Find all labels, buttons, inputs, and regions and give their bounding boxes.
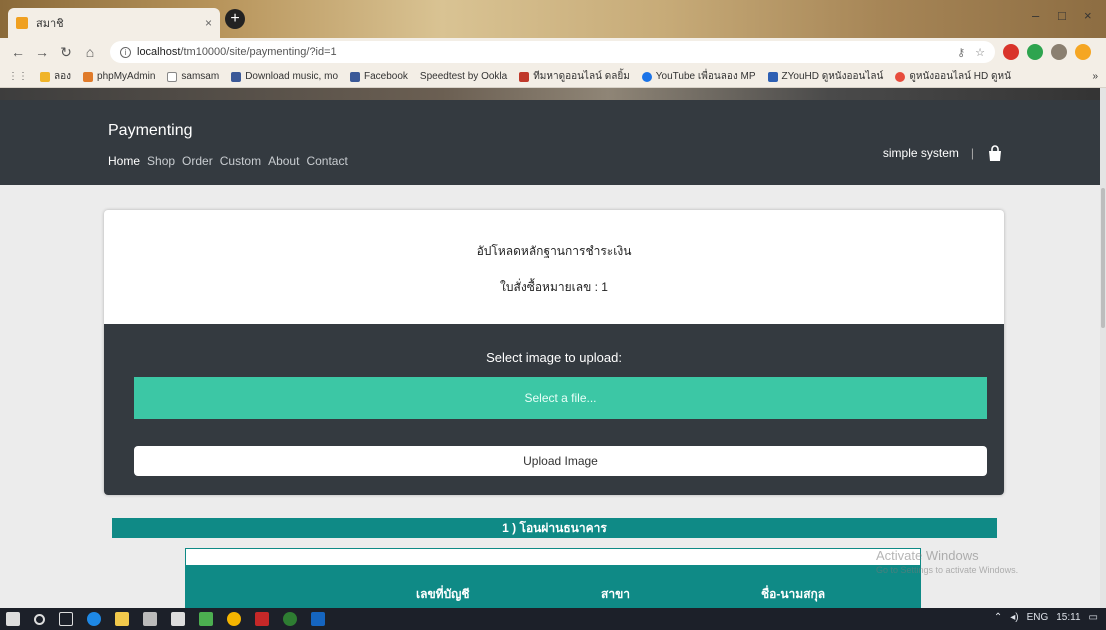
- reload-icon[interactable]: ↻: [56, 44, 76, 61]
- windows-start-icon[interactable]: [6, 612, 20, 626]
- site-brand[interactable]: Paymenting: [108, 122, 193, 140]
- file-explorer-icon[interactable]: [115, 612, 129, 626]
- bookmark-item[interactable]: Facebook: [350, 71, 408, 82]
- payment-proof-card: อัปโหลดหลักฐานการชำระเงิน ใบสั่งซื้อหมาย…: [104, 210, 1004, 495]
- network-icon[interactable]: ⌃: [994, 612, 1002, 623]
- page-viewport: Paymenting Home Shop Order Custom About …: [0, 88, 1106, 608]
- bookmark-icon: [895, 71, 906, 82]
- nav-about[interactable]: About: [268, 154, 299, 168]
- close-window-button[interactable]: ×: [1084, 8, 1092, 23]
- url-input[interactable]: i localhost /tm10000/site/paymenting/?id…: [110, 41, 995, 63]
- edge-icon[interactable]: [87, 612, 101, 626]
- tab-close-icon[interactable]: ×: [205, 16, 212, 30]
- bookmark-item[interactable]: samsam: [167, 71, 219, 82]
- apps-grid-icon[interactable]: ⋮⋮: [8, 71, 28, 82]
- tab-favicon-icon: [16, 17, 28, 29]
- forward-arrow-icon[interactable]: →: [32, 44, 52, 60]
- hero-image-strip: [0, 88, 1106, 100]
- bookmark-icon: [167, 71, 178, 82]
- chrome-icon[interactable]: [227, 612, 241, 626]
- bookmark-icon: [767, 71, 778, 82]
- facebook-icon: [350, 71, 360, 82]
- profile-avatar[interactable]: [1051, 44, 1067, 60]
- bookmark-item[interactable]: phpMyAdmin: [83, 71, 155, 82]
- home-icon[interactable]: ⌂: [80, 44, 100, 60]
- scrollbar-thumb[interactable]: [1101, 188, 1105, 328]
- bookmark-item[interactable]: ทีมหาดูออนไลน์ ดลยิ้ม: [519, 69, 630, 84]
- browser-tab[interactable]: สมาชิ ×: [8, 8, 220, 38]
- app-icon[interactable]: [283, 612, 297, 626]
- page-scrollbar[interactable]: [1100, 88, 1106, 608]
- main-nav: Home Shop Order Custom About Contact: [108, 154, 355, 168]
- column-header-branch: สาขา: [601, 587, 631, 601]
- bookmark-item[interactable]: ZYouHD ดูหนังออนไลน์: [767, 69, 883, 84]
- app-icon[interactable]: [199, 612, 213, 626]
- bookmark-icon: [83, 71, 94, 82]
- user-name[interactable]: simple system: [883, 146, 959, 160]
- bookmark-item[interactable]: ลอง: [40, 69, 71, 84]
- url-host: localhost: [137, 46, 181, 58]
- bookmark-item[interactable]: ดูหนังออนไลน์ HD ดูหนั: [895, 69, 1011, 84]
- nav-order[interactable]: Order: [182, 154, 213, 168]
- user-area: simple system |: [883, 144, 1004, 162]
- column-header-account: เลขที่บัญชี: [416, 587, 470, 601]
- volume-icon[interactable]: ◂): [1010, 612, 1018, 623]
- divider: |: [970, 146, 974, 160]
- card-title: อัปโหลดหลักฐานการชำระเงิน: [476, 244, 632, 258]
- clock[interactable]: 15:11: [1056, 612, 1080, 623]
- bookmark-icon: [519, 71, 530, 82]
- bookmark-item[interactable]: Speedtest by Ookla: [420, 71, 507, 82]
- upload-panel: Select image to upload: Select a file...…: [104, 324, 1004, 495]
- back-arrow-icon[interactable]: ←: [8, 44, 28, 60]
- maximize-button[interactable]: □: [1058, 8, 1066, 23]
- system-tray: ⌃ ◂) ENG 15:11 ▭: [986, 612, 1098, 623]
- star-icon[interactable]: ☆: [975, 46, 985, 59]
- minimize-button[interactable]: –: [1032, 8, 1039, 23]
- site-header: Paymenting Home Shop Order Custom About …: [0, 100, 1100, 185]
- url-path: /tm10000/site/paymenting/?id=1: [180, 46, 337, 58]
- site-info-icon[interactable]: i: [120, 46, 131, 58]
- nav-custom[interactable]: Custom: [220, 154, 261, 168]
- windows-taskbar: ⌃ ◂) ENG 15:11 ▭: [0, 608, 1106, 630]
- task-view-icon[interactable]: [59, 612, 73, 626]
- bookmark-icon: [40, 71, 50, 82]
- shopping-bag-icon[interactable]: [986, 144, 1004, 162]
- extension-icon[interactable]: [1027, 44, 1043, 60]
- bookmarks-bar: ⋮⋮ ลอง phpMyAdmin samsam Download music,…: [0, 66, 1106, 88]
- upload-label: Select image to upload:: [486, 350, 622, 365]
- bookmark-icon: [641, 71, 652, 82]
- table-header-row: เลขที่บัญชี สาขา ชื่อ-นามสกุล: [186, 565, 920, 608]
- search-icon[interactable]: [34, 613, 45, 625]
- order-number: ใบสั่งซื้อหมายเลข : 1: [500, 280, 608, 294]
- bookmark-item[interactable]: YouTube เพื่อนลอง MP: [641, 69, 756, 84]
- nav-home[interactable]: Home: [108, 154, 140, 168]
- bank-transfer-header: 1 ) โอนผ่านธนาคาร: [112, 518, 997, 538]
- language-indicator[interactable]: ENG: [1027, 612, 1049, 623]
- browser-titlebar: สมาชิ × + – □ ×: [0, 0, 1106, 38]
- bookmarks-more-button[interactable]: »: [1092, 71, 1098, 82]
- store-icon[interactable]: [143, 612, 157, 626]
- nav-shop[interactable]: Shop: [147, 154, 175, 168]
- key-icon[interactable]: ⚷: [957, 46, 965, 59]
- notification-icon[interactable]: ▭: [1089, 612, 1098, 623]
- extension-icon[interactable]: [1003, 44, 1019, 60]
- bank-table: เลขที่บัญชี สาขา ชื่อ-นามสกุล: [185, 548, 921, 608]
- upload-image-button[interactable]: Upload Image: [134, 446, 987, 476]
- new-tab-button[interactable]: +: [225, 9, 245, 29]
- extension-icon[interactable]: [1075, 44, 1091, 60]
- column-header-name: ชื่อ-นามสกุล: [761, 587, 826, 601]
- app-icon[interactable]: [255, 612, 269, 626]
- bookmark-icon: [231, 71, 242, 82]
- nav-contact[interactable]: Contact: [306, 154, 347, 168]
- mail-icon[interactable]: [171, 612, 185, 626]
- bookmark-item[interactable]: Download music, mo: [231, 71, 338, 82]
- select-file-button[interactable]: Select a file...: [134, 377, 987, 419]
- activate-windows-watermark: Activate Windows Go to Settings to activ…: [876, 548, 1019, 575]
- word-icon[interactable]: [311, 612, 325, 626]
- tab-title: สมาชิ: [36, 18, 64, 30]
- address-bar-row: ← → ↻ ⌂ i localhost /tm10000/site/paymen…: [0, 38, 1106, 66]
